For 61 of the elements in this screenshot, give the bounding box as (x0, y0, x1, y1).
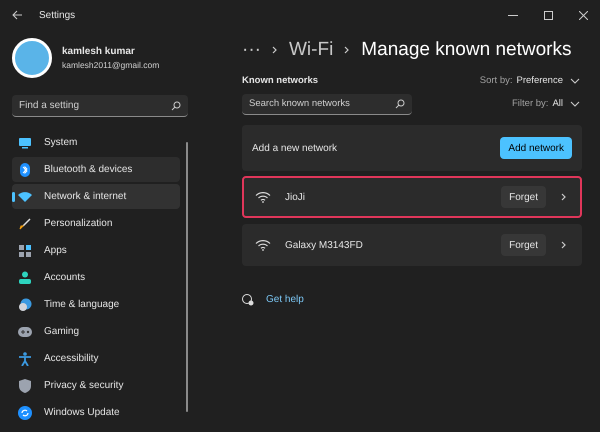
forget-button[interactable]: Forget (501, 186, 546, 208)
add-network-button[interactable]: Add network (500, 137, 572, 160)
back-arrow-icon[interactable] (12, 10, 23, 20)
breadcrumb-link[interactable]: ··· (242, 36, 261, 64)
wifi-icon (255, 191, 271, 204)
search-input[interactable]: Search known networks (249, 97, 389, 112)
network-row[interactable]: JioJi Forget (242, 176, 582, 218)
page-title: Manage known networks (361, 38, 572, 62)
gamepad-icon (18, 326, 32, 336)
selection-indicator (12, 192, 15, 202)
nav-item[interactable]: Bluetooth & devices (12, 157, 180, 182)
chevron-down-icon (570, 78, 580, 84)
chevron-right-icon (270, 46, 279, 54)
nav-item[interactable]: Apps (12, 238, 180, 263)
sync-icon (18, 406, 32, 420)
brush-icon (19, 218, 31, 230)
profile-name: kamlesh kumar (62, 45, 136, 60)
wifi-icon (18, 192, 32, 202)
chevron-right-icon (343, 46, 352, 54)
profile-email: kamlesh2011@gmail.com (62, 59, 160, 72)
bluetooth-icon (20, 162, 30, 176)
filter-dropdown[interactable]: Filter by: All (512, 97, 580, 112)
network-name: Galaxy M3143FD (285, 238, 363, 253)
nav-item[interactable]: Accounts (12, 265, 180, 290)
maximize-icon[interactable] (544, 10, 553, 20)
forget-button[interactable]: Forget (501, 234, 546, 256)
breadcrumb-link[interactable]: Wi-Fi (288, 36, 334, 64)
wifi-icon (255, 239, 271, 252)
nav-item[interactable]: Accessibility (12, 346, 180, 371)
search-icon (171, 100, 181, 110)
sort-dropdown[interactable]: Sort by: Preference (480, 74, 580, 88)
nav-item[interactable]: Privacy & security (12, 373, 180, 398)
accessibility-icon (19, 352, 31, 366)
nav-item[interactable]: Personalization (12, 211, 180, 236)
minimize-icon[interactable] (508, 14, 518, 16)
help-icon (242, 294, 254, 306)
search-icon (395, 99, 405, 110)
get-help-link[interactable]: Get help (266, 292, 304, 308)
scrollbar[interactable] (186, 142, 188, 412)
chevron-right-icon (560, 241, 568, 250)
search-input[interactable]: Find a setting (19, 98, 159, 113)
network-row[interactable]: Galaxy M3143FD Forget (242, 224, 582, 266)
nav-item[interactable]: System (12, 130, 180, 155)
chevron-down-icon (570, 101, 580, 108)
monitor-icon (18, 136, 32, 148)
search-field[interactable]: Search known networks (242, 94, 412, 116)
nav-item[interactable]: Time & language (12, 292, 180, 317)
apps-icon (19, 244, 31, 256)
avatar (12, 38, 52, 78)
add-network-label: Add a new network (252, 142, 338, 156)
person-icon (19, 271, 31, 284)
shield-icon (19, 378, 31, 392)
close-icon[interactable] (579, 10, 588, 20)
network-name: JioJi (285, 190, 306, 205)
section-heading: Known networks (242, 74, 320, 88)
chevron-right-icon (560, 193, 568, 202)
nav-item[interactable]: Windows Update (12, 400, 180, 425)
nav-item[interactable]: Network & internet (12, 184, 180, 209)
search-field[interactable]: Find a setting (12, 95, 188, 117)
nav-item[interactable]: Gaming (12, 319, 180, 344)
window-title: Settings (39, 8, 76, 22)
